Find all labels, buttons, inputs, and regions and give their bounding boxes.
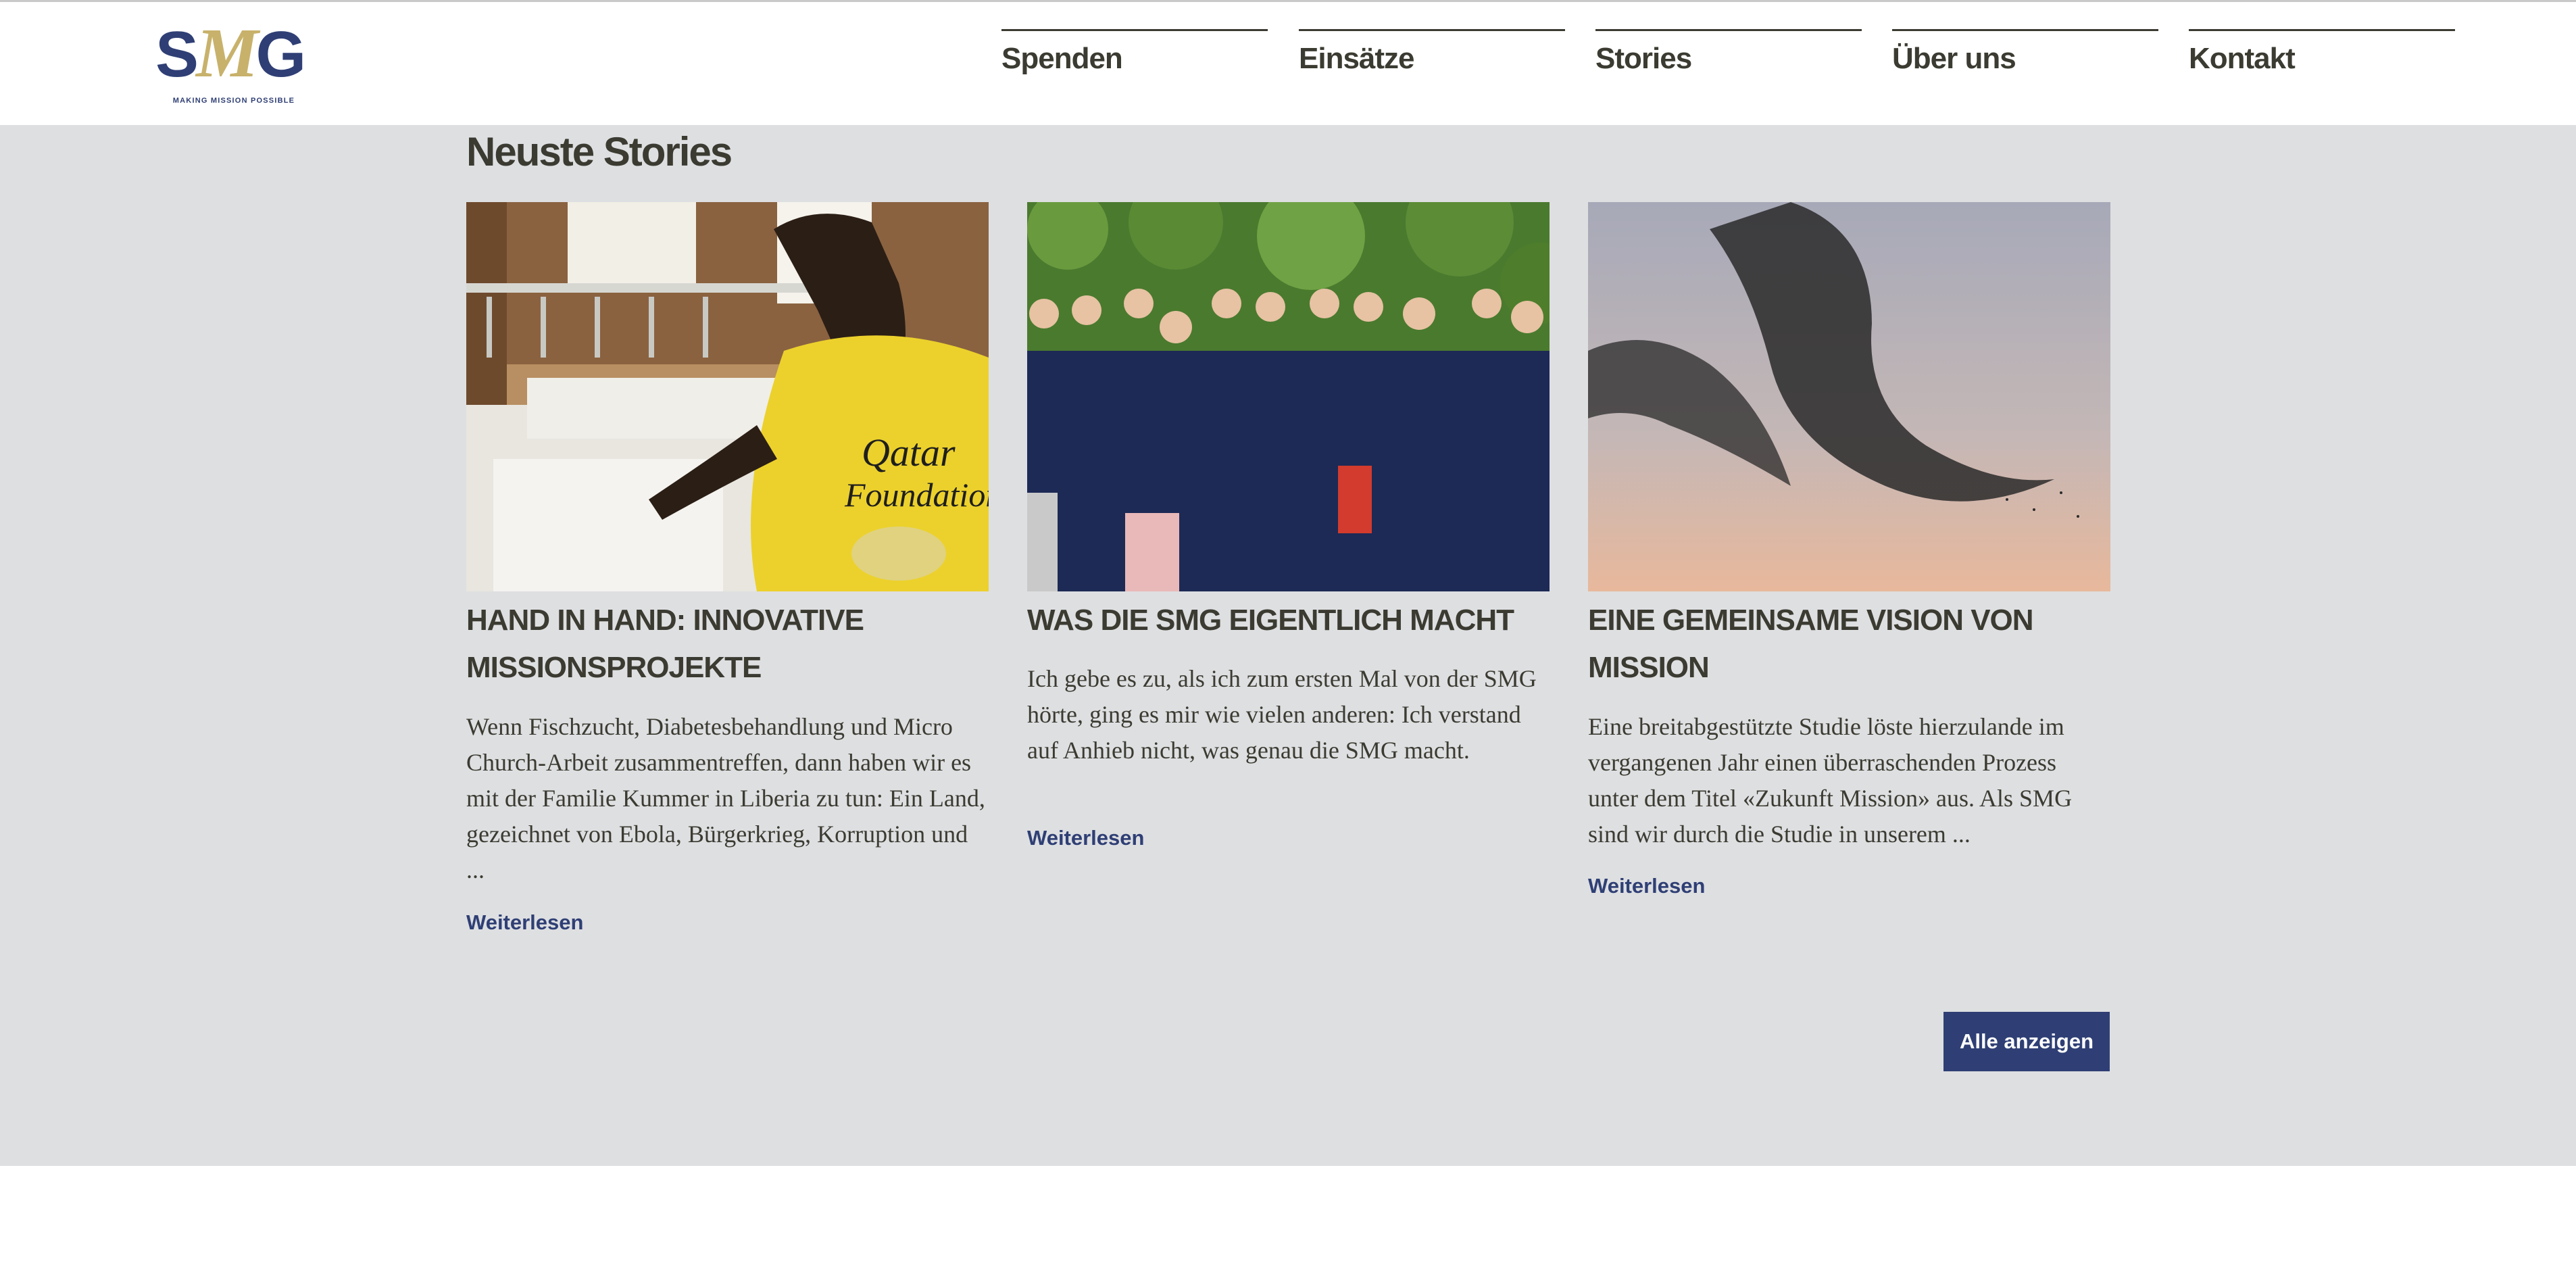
svg-text:Qatar: Qatar [862,431,956,474]
read-more-link[interactable]: Weiterlesen [1588,874,1705,898]
story-excerpt: Eine breitabgestützte Studie löste hierz… [1588,713,2073,848]
footer-area [0,1166,2576,1268]
logo-tagline: MAKING MISSION POSSIBLE [172,97,295,105]
logo-link[interactable]: SMG MAKING MISSION POSSIBLE [155,14,306,109]
latest-stories-section: Neuste Stories Qatar Foundation HAND IN … [0,125,2576,1166]
story-card: WAS DIE SMG EIGENTLICH MACHT Ich gebe es… [1027,202,1550,946]
story-title[interactable]: EINE GEMEINSAME VISION VON MISSION [1588,597,2110,691]
show-all-button[interactable]: Alle anzeigen [1943,1012,2110,1071]
story-excerpt: Wenn Fischzucht, Diabetesbehandlung und … [466,713,985,883]
section-title: Neuste Stories [466,129,733,174]
story-card: Qatar Foundation HAND IN HAND: INNOVATIV… [466,202,989,946]
svg-text:Foundation: Foundation [844,476,989,514]
nav-item-ueber-uns[interactable]: Über uns [1892,29,2158,90]
logo-wordmark: SMG [155,14,306,92]
story-title[interactable]: WAS DIE SMG EIGENTLICH MACHT [1027,597,1550,644]
story-excerpt: Ich gebe es zu, als ich zum ersten Mal v… [1027,665,1537,764]
nav-item-kontakt[interactable]: Kontakt [2189,29,2455,90]
story-image-bird-flock[interactable] [1588,202,2110,591]
read-more-link[interactable]: Weiterlesen [466,910,583,935]
story-title[interactable]: HAND IN HAND: INNOVATIVE MISSIONSPROJEKT… [466,597,989,691]
story-card: EINE GEMEINSAME VISION VON MISSION Eine … [1588,202,2110,946]
story-image-team[interactable] [1027,202,1550,591]
story-image-fish-farming[interactable]: Qatar Foundation [466,202,989,591]
nav-item-stories[interactable]: Stories [1595,29,1862,90]
read-more-link[interactable]: Weiterlesen [1027,826,1144,850]
nav-item-spenden[interactable]: Spenden [1001,29,1268,90]
nav-item-einsaetze[interactable]: Einsätze [1299,29,1565,90]
site-header: SMG MAKING MISSION POSSIBLE Spenden Eins… [0,2,2576,125]
main-nav: Spenden Einsätze Stories Über uns Kontak… [1001,2,2455,125]
